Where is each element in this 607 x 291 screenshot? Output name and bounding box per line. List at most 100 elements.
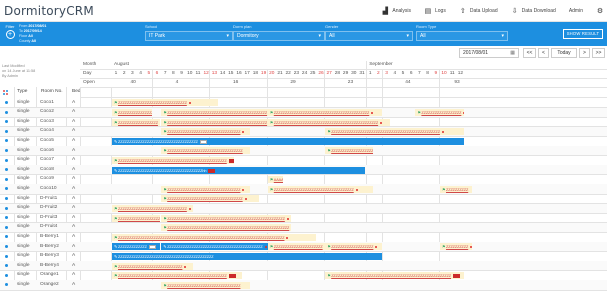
booking-bar[interactable]: ⚑ZZZZZZZZZZZZZZZZZZZZZZZZZZZZZZZZZZZZ: [268, 186, 374, 193]
row-room[interactable]: D-Fruit3: [40, 215, 57, 220]
nav-item[interactable]: Admin: [569, 8, 583, 14]
checkout-marker-icon: [286, 237, 288, 239]
logs-icon[interactable]: ▤: [424, 7, 432, 15]
prev-button[interactable]: <: [538, 48, 549, 58]
booking-bar[interactable]: ⚑ZZZZZZZZZZZZZZZZZZZZZZZZZZZZZZZ: [112, 205, 193, 212]
booking-bar[interactable]: ⚑ZZZZZZZZZZ: [440, 243, 472, 250]
booking-bar[interactable]: ⚑ZZZZZZZZZZZZZZZZZZZZZZZZZZZZZZZZZZZZZZZ…: [112, 272, 242, 279]
checkout-marker-icon: [287, 218, 289, 220]
add-filter-icon[interactable]: +: [6, 30, 15, 39]
row-room[interactable]: D-Fruit4: [40, 224, 57, 229]
filter-field: SchoolIT Park▾: [145, 24, 233, 41]
booking-bar[interactable]: ⚑ZZZZZZZZZZZZZZZZZZZ: [325, 243, 381, 250]
booking-guest: ZZZZZZZZZZZZZZZZZZZ: [118, 217, 160, 221]
booking-bar[interactable]: ⚑ZZZZZZZZZZZZZZZZZZZZZZZZZZZZZZZZZZZZZZZ…: [161, 224, 291, 231]
booking-bar[interactable]: ✎ZZZZZZZZZZZZZZZZZZZZZZZZZZZZZZZZZZZZZZZ…: [161, 243, 275, 250]
booking-bar[interactable]: ⚑ZZZZZZZZZZZZZZZZZZZZZZZZZZZZZ: [112, 263, 193, 270]
booking-bar[interactable]: ⚑ZZZZZZZZZZZZZZZZZZZZZZZZZZZZZZZZZZZZZZZ…: [112, 234, 316, 241]
booking-bar[interactable]: ⚑ZZZZZZZZZZZZZZZZZZZZZZZZZZZZZZZZZ: [161, 282, 250, 289]
booking-bar[interactable]: ⚑ZZZZZZZZZZ: [440, 186, 472, 193]
booking-bar[interactable]: ⚑ZZZZZZZZZZZZZZZZZZZZZZZZZZZZZZZZZZZZZZZ…: [112, 157, 234, 164]
booking-bar[interactable]: ⚑ZZZZZZZZZZZZZZZZZZZZZZZZZZZZZZZ: [112, 99, 218, 106]
row-room[interactable]: Coco5: [40, 138, 54, 143]
app-title: DormitoryCRM: [0, 4, 94, 18]
booking-bar[interactable]: ⚑ZZZZZZZZZZZZZZZZZZZZZZZZZZZZZZZZZZZZZZZ…: [161, 109, 275, 116]
booking-bar[interactable]: ⚑ZZZZZZZZZZZZZZZZZZZZZZZZZZZZZZZZZZZZZZZ…: [161, 215, 291, 222]
last-page-button[interactable]: >>: [592, 48, 605, 58]
filter-select[interactable]: IT Park▾: [145, 31, 233, 41]
booking-bar[interactable]: ✎ZZZZZZZZZZZZZZZZZZZZZZZZZZZZZZZZZZZZZZZ…: [112, 253, 382, 260]
row-room[interactable]: Coco3: [40, 119, 54, 124]
settings-icon[interactable]: ⚙: [596, 7, 604, 15]
nav-item[interactable]: ⇧Data Upload: [459, 7, 498, 15]
booking-bar[interactable]: ⚑ZZZZZZZZZZZZZZZZZZ: [415, 109, 463, 116]
booking-bar[interactable]: ⚑ZZZZZZZZZZZZZZZZZZZZZZZZZZZZZZZZZZZZZZZ…: [325, 128, 463, 135]
nav-item[interactable]: ▟Analysis: [381, 7, 411, 15]
column-header-type[interactable]: Type: [17, 89, 27, 94]
booking-bar[interactable]: ⚑ZZZZZZZZZZZZZZZZZZZZZZZZZZZZZZZZZZZZZZZ…: [325, 272, 463, 279]
filter-button[interactable]: Filter +: [2, 24, 18, 44]
booking-guest: ZZZZZZZZZZZZZZZZZZZZZZZZZZZZZZZZZZZZ: [274, 188, 354, 192]
day-number: 21: [276, 71, 284, 76]
booking-bar[interactable]: ⚑ZZZZZZZZZZZZZZZZZZZZ: [325, 147, 373, 154]
booking-guest: ZZZZZZZZZZZZZZZZZZZZZZZZZZZZZZZZZ: [167, 130, 240, 134]
filter-select[interactable]: All▾: [325, 31, 413, 41]
row-bed: A: [72, 176, 75, 181]
calendar-icon[interactable]: ▦: [510, 49, 515, 57]
booking-bar[interactable]: ⚑ZZZZZZZZZZZZZZZZZZZZZZZZZZZZZZZZZZZZZZZ…: [161, 119, 275, 126]
row-bed: A: [72, 148, 75, 153]
row-room[interactable]: Orange2: [40, 282, 59, 287]
booking-bar[interactable]: ⚑ZZZZZZZZZZZZZZZZZZZZZZZZZZZZZZZZZZZZZZZ…: [268, 109, 382, 116]
booking-bar[interactable]: ⚑ZZZZZZZZZZZZZZZZZZZZZZZZZZZZZZZZZZ: [161, 195, 258, 202]
row-room[interactable]: B-Berry4: [40, 263, 59, 268]
columns-toggle-icon[interactable]: [3, 90, 8, 95]
booking-bar[interactable]: ⚑ZZZZZZZZZZZZZZZZZZZZZZZZZZZZZZZZZZZZZZZ…: [268, 119, 390, 126]
row-room[interactable]: B-Berry3: [40, 253, 59, 258]
next-button[interactable]: >: [579, 48, 590, 58]
row-room[interactable]: D-Fruit2: [40, 205, 57, 210]
booking-bar[interactable]: ⚑ZZZZZZZZZZZZZZZZZ: [112, 109, 152, 116]
filter-select-value: All: [329, 33, 335, 39]
upload-icon[interactable]: ⇧: [459, 7, 467, 15]
booking-bar[interactable]: ⚑ZZZZZZZZZZZZZZZZZZ: [112, 119, 160, 126]
open-count: 16: [233, 80, 238, 85]
row-room[interactable]: Coco1: [40, 100, 54, 105]
show-result-button[interactable]: SHOW RESULT: [563, 29, 603, 39]
row-room[interactable]: Coco8: [40, 167, 54, 172]
row-room[interactable]: Coco10: [40, 186, 57, 191]
row-room[interactable]: B-Berry1: [40, 234, 59, 239]
nav-item[interactable]: ⇩Data Download: [511, 7, 556, 15]
row-room[interactable]: Orange1: [40, 272, 59, 277]
row-room[interactable]: Coco7: [40, 157, 54, 162]
row-type: single: [17, 244, 30, 249]
analysis-icon[interactable]: ▟: [381, 7, 389, 15]
row-room[interactable]: B-Berry2: [40, 244, 59, 249]
booking-bar[interactable]: ⚑ZZZZZZZZZZZZZZZZZZZZZZZZZZZZZZZZZ: [161, 186, 250, 193]
today-button[interactable]: Today: [551, 48, 577, 58]
filter-field: Dorm planDormitory▾: [233, 24, 325, 41]
booking-bar[interactable]: ✎ZZZZZZZZZZZZZZZZZZZZZZZZZZZZZZZZZZZZZZh…: [112, 167, 365, 174]
booking-bar[interactable]: ⚑AAAA: [268, 176, 283, 183]
column-header-room[interactable]: Room No.: [41, 89, 63, 94]
date-input[interactable]: 2017/08/01 ▦: [459, 48, 519, 58]
booking-bar[interactable]: ⚑ZZZZZZZZZZZZZZZZZZZ: [112, 215, 160, 222]
first-page-button[interactable]: <<: [523, 48, 536, 58]
row-room[interactable]: Coco9: [40, 176, 54, 181]
day-number: 7: [161, 71, 169, 76]
row-room[interactable]: Coco6: [40, 148, 54, 153]
row-bed: A: [72, 157, 75, 162]
row-room[interactable]: D-Fruit1: [40, 196, 57, 201]
filter-select[interactable]: Dormitory▾: [233, 31, 325, 41]
nav-item[interactable]: ▤Logs: [424, 7, 446, 15]
download-icon[interactable]: ⇩: [511, 7, 519, 15]
row-room[interactable]: Coco2: [40, 109, 54, 114]
booking-bar[interactable]: ✎ZZZZZZZZZZZZZZZZZZZZZZZZZZZZZZZZZZZZ: [112, 138, 464, 145]
booking-guest: ZZZZZZZZZZZZZZZZZZZZZZZZZZZZZZZZZZ: [167, 149, 242, 153]
filter-select[interactable]: All▾: [416, 31, 508, 41]
booking-bar[interactable]: ⚑ZZZZZZZZZZZZZZZZZZZZZZ: [268, 243, 333, 250]
nav-item[interactable]: ⚙: [596, 7, 607, 15]
booking-bar[interactable]: ⚑ZZZZZZZZZZZZZZZZZZZZZZZZZZZZZZZZZZ: [161, 147, 250, 154]
row-room[interactable]: Coco4: [40, 128, 54, 133]
booking-bar[interactable]: ✎ZZZZZZZZZZZZZ: [112, 243, 160, 250]
booking-bar[interactable]: ⚑ZZZZZZZZZZZZZZZZZZZZZZZZZZZZZZZZZ: [161, 128, 250, 135]
